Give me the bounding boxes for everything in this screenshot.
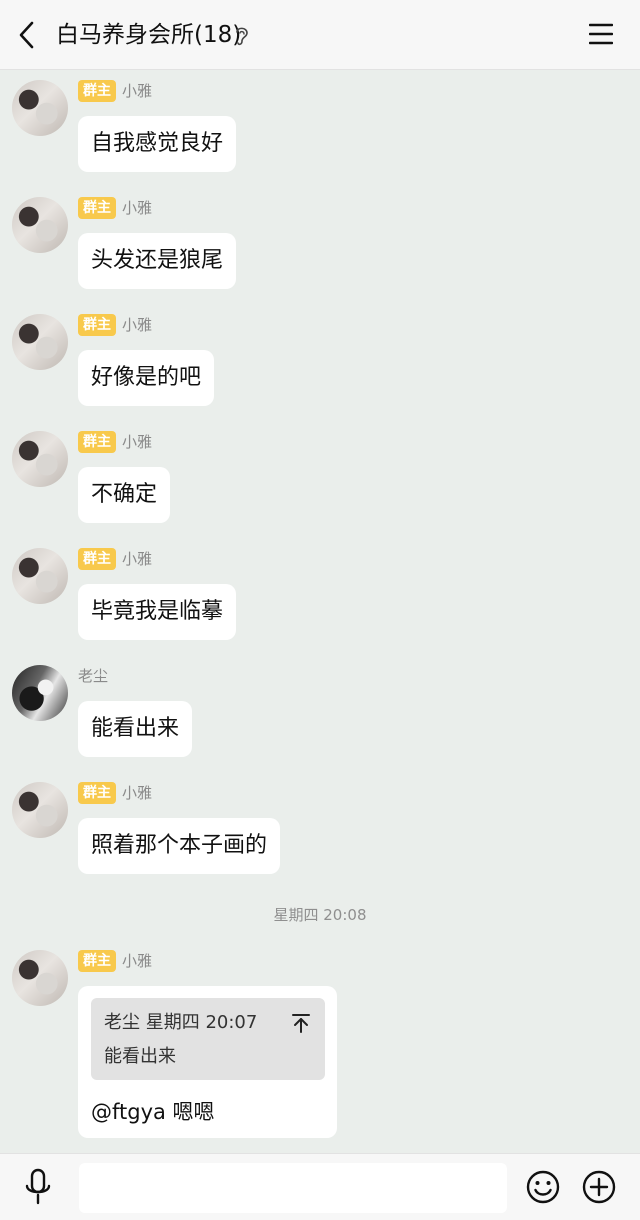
sender-name: 小雅 <box>122 952 153 970</box>
owner-badge: 群主 <box>78 782 116 804</box>
owner-badge: 群主 <box>78 197 116 219</box>
avatar[interactable] <box>12 548 68 604</box>
input-bar <box>0 1153 640 1220</box>
sender-name: 小雅 <box>122 82 153 100</box>
plus-icon[interactable] <box>581 1169 617 1205</box>
owner-badge: 群主 <box>78 314 116 336</box>
message-meta: 群主 小雅 <box>78 548 152 570</box>
message-bubble[interactable]: 照着那个本子画的 <box>78 818 281 874</box>
sender-name: 小雅 <box>122 784 153 802</box>
avatar[interactable] <box>12 314 68 370</box>
message-meta: 群主 小雅 <box>78 197 152 219</box>
avatar[interactable] <box>12 431 68 487</box>
avatar[interactable] <box>12 665 68 721</box>
message-bubble[interactable]: 好像是的吧 <box>78 350 215 406</box>
time-divider: 星期四 20:08 <box>273 906 367 924</box>
chat-title: 白马养身会所(18) <box>56 22 242 48</box>
message-input[interactable] <box>79 1163 507 1213</box>
owner-badge: 群主 <box>78 548 116 570</box>
reply-message-bubble[interactable]: 老尘 星期四 20:07 能看出来 @ftgya 嗯嗯 <box>78 986 337 1138</box>
message-bubble[interactable]: 能看出来 <box>78 701 193 757</box>
sender-name: 小雅 <box>122 433 153 451</box>
owner-badge: 群主 <box>78 80 116 102</box>
avatar[interactable] <box>12 950 68 1006</box>
message-meta: 老尘 <box>78 665 108 687</box>
sender-name: 小雅 <box>122 199 153 217</box>
message-meta: 群主 小雅 <box>78 80 152 102</box>
message-meta: 群主 小雅 <box>78 782 152 804</box>
microphone-icon[interactable] <box>22 1168 54 1206</box>
top-bar: 白马养身会所(18) <box>0 0 640 70</box>
ear-icon <box>236 27 248 46</box>
quote-header: 老尘 星期四 20:07 <box>104 1012 258 1033</box>
message-bubble[interactable]: 头发还是狼尾 <box>78 233 237 289</box>
back-arrow-icon[interactable] <box>14 20 42 50</box>
avatar[interactable] <box>12 197 68 253</box>
owner-badge: 群主 <box>78 950 116 972</box>
sender-name: 老尘 <box>78 667 109 685</box>
sender-name: 小雅 <box>122 550 153 568</box>
message-meta: 群主 小雅 <box>78 431 152 453</box>
avatar[interactable] <box>12 80 68 136</box>
message-bubble[interactable]: 毕竟我是临摹 <box>78 584 237 640</box>
sender-name: 小雅 <box>122 316 153 334</box>
owner-badge: 群主 <box>78 431 116 453</box>
reply-text: @ftgya 嗯嗯 <box>91 1100 215 1124</box>
jump-to-original-icon[interactable] <box>291 1012 311 1034</box>
emoji-icon[interactable] <box>525 1169 561 1205</box>
message-meta: 群主 小雅 <box>78 314 152 336</box>
quote-text: 能看出来 <box>104 1046 176 1067</box>
message-bubble[interactable]: 自我感觉良好 <box>78 116 237 172</box>
message-meta: 群主 小雅 <box>78 950 152 972</box>
quoted-message[interactable]: 老尘 星期四 20:07 能看出来 <box>91 998 325 1080</box>
avatar[interactable] <box>12 782 68 838</box>
message-list[interactable]: 群主 小雅 自我感觉良好 群主 小雅 头发还是狼尾 群主 小雅 好像是的吧 群主… <box>0 70 640 1153</box>
menu-icon[interactable] <box>589 23 613 45</box>
message-bubble[interactable]: 不确定 <box>78 467 171 523</box>
